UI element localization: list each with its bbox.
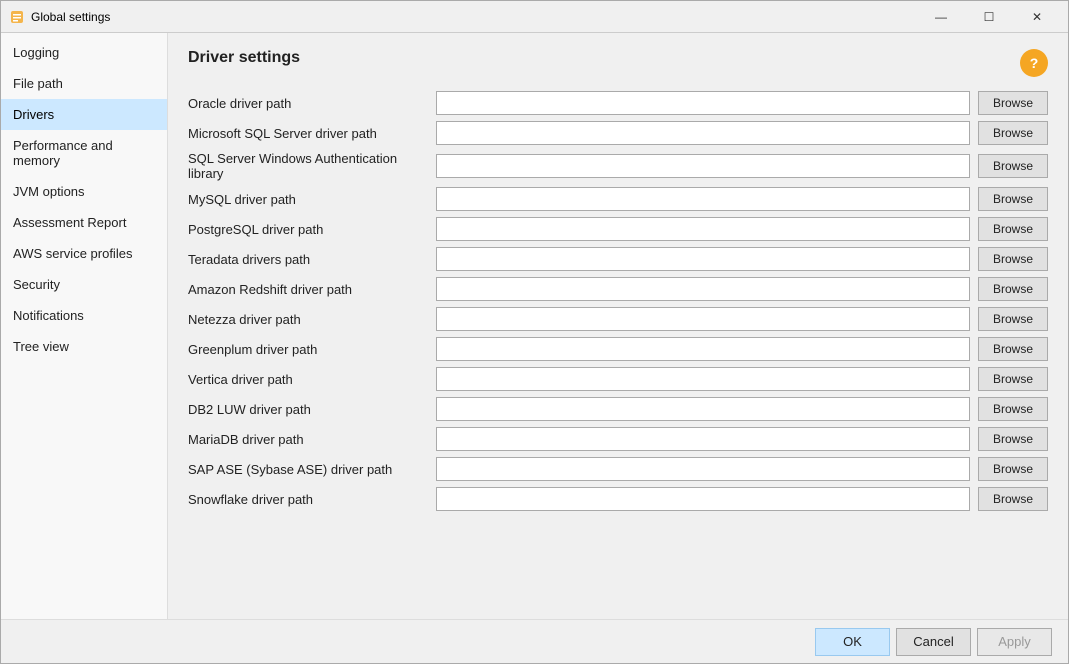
driver-label-mysql: MySQL driver path [188, 192, 428, 207]
driver-input-vertica[interactable] [436, 367, 970, 391]
drivers-list: Oracle driver pathBrowseMicrosoft SQL Se… [188, 91, 1048, 609]
driver-row: Greenplum driver path Browse [188, 337, 1048, 361]
driver-label-db2luw: DB2 LUW driver path [188, 402, 428, 417]
driver-row: Snowflake driver path Browse [188, 487, 1048, 511]
driver-label-sql-win-auth: SQL Server Windows Authentication librar… [188, 151, 428, 181]
driver-input-mssql[interactable] [436, 121, 970, 145]
content-area: LoggingFile pathDriversPerformance and m… [1, 33, 1068, 619]
page-title: Driver settings [188, 49, 300, 67]
browse-button-mssql[interactable]: Browse [978, 121, 1048, 145]
driver-row: MariaDB driver path Browse [188, 427, 1048, 451]
driver-input-greenplum[interactable] [436, 337, 970, 361]
sidebar-item-notifications[interactable]: Notifications [1, 300, 167, 331]
browse-button-postgresql[interactable]: Browse [978, 217, 1048, 241]
driver-input-mysql[interactable] [436, 187, 970, 211]
sidebar-item-aws-service-profiles[interactable]: AWS service profiles [1, 238, 167, 269]
sidebar-item-jvm-options[interactable]: JVM options [1, 176, 167, 207]
browse-button-sql-win-auth[interactable]: Browse [978, 154, 1048, 178]
sidebar-item-file-path[interactable]: File path [1, 68, 167, 99]
browse-button-netezza[interactable]: Browse [978, 307, 1048, 331]
close-button[interactable]: ✕ [1014, 4, 1060, 30]
apply-button[interactable]: Apply [977, 628, 1052, 656]
browse-button-db2luw[interactable]: Browse [978, 397, 1048, 421]
driver-row: DB2 LUW driver path Browse [188, 397, 1048, 421]
sidebar-item-assessment-report[interactable]: Assessment Report [1, 207, 167, 238]
window-icon [9, 9, 25, 25]
driver-row: SQL Server Windows Authentication librar… [188, 151, 1048, 181]
browse-button-teradata[interactable]: Browse [978, 247, 1048, 271]
driver-row: PostgreSQL driver path Browse [188, 217, 1048, 241]
driver-label-teradata: Teradata drivers path [188, 252, 428, 267]
sidebar-item-drivers[interactable]: Drivers [1, 99, 167, 130]
driver-label-oracle: Oracle driver path [188, 96, 428, 111]
driver-row: Netezza driver path Browse [188, 307, 1048, 331]
browse-button-vertica[interactable]: Browse [978, 367, 1048, 391]
global-settings-window: Global settings — ☐ ✕ LoggingFile pathDr… [0, 0, 1069, 664]
bottom-bar: OK Cancel Apply [1, 619, 1068, 663]
driver-input-snowflake[interactable] [436, 487, 970, 511]
driver-input-teradata[interactable] [436, 247, 970, 271]
sidebar: LoggingFile pathDriversPerformance and m… [1, 33, 168, 619]
main-content: Driver settings ? Oracle driver path Brow… [168, 33, 1068, 619]
driver-input-sap-ase[interactable] [436, 457, 970, 481]
driver-row: Vertica driver path Browse [188, 367, 1048, 391]
sidebar-item-tree-view[interactable]: Tree view [1, 331, 167, 362]
browse-button-mysql[interactable]: Browse [978, 187, 1048, 211]
driver-label-sap-ase: SAP ASE (Sybase ASE) driver path [188, 462, 428, 477]
driver-input-redshift[interactable] [436, 277, 970, 301]
driver-label-redshift: Amazon Redshift driver path [188, 282, 428, 297]
browse-button-snowflake[interactable]: Browse [978, 487, 1048, 511]
sidebar-item-security[interactable]: Security [1, 269, 167, 300]
driver-input-netezza[interactable] [436, 307, 970, 331]
sidebar-item-logging[interactable]: Logging [1, 37, 167, 68]
driver-input-mariadb[interactable] [436, 427, 970, 451]
browse-button-redshift[interactable]: Browse [978, 277, 1048, 301]
driver-input-db2luw[interactable] [436, 397, 970, 421]
driver-label-mssql: Microsoft SQL Server driver path [188, 126, 428, 141]
browse-button-mariadb[interactable]: Browse [978, 427, 1048, 451]
driver-input-sql-win-auth[interactable] [436, 154, 970, 178]
browse-button-oracle[interactable]: Browse [978, 91, 1048, 115]
minimize-button[interactable]: — [918, 4, 964, 30]
browse-button-greenplum[interactable]: Browse [978, 337, 1048, 361]
sidebar-item-performance-and-memory[interactable]: Performance and memory [1, 130, 167, 176]
driver-row: Oracle driver path Browse [188, 91, 1048, 115]
driver-label-greenplum: Greenplum driver path [188, 342, 428, 357]
window-title: Global settings [31, 10, 918, 24]
driver-label-netezza: Netezza driver path [188, 312, 428, 327]
driver-row: Teradata drivers path Browse [188, 247, 1048, 271]
driver-label-mariadb: MariaDB driver path [188, 432, 428, 447]
driver-row: Amazon Redshift driver path Browse [188, 277, 1048, 301]
title-bar: Global settings — ☐ ✕ [1, 1, 1068, 33]
browse-button-sap-ase[interactable]: Browse [978, 457, 1048, 481]
title-bar-buttons: — ☐ ✕ [918, 4, 1060, 30]
driver-label-postgresql: PostgreSQL driver path [188, 222, 428, 237]
driver-input-postgresql[interactable] [436, 217, 970, 241]
help-icon[interactable]: ? [1020, 49, 1048, 77]
main-header: Driver settings ? [188, 49, 1048, 77]
ok-button[interactable]: OK [815, 628, 890, 656]
cancel-button[interactable]: Cancel [896, 628, 971, 656]
maximize-button[interactable]: ☐ [966, 4, 1012, 30]
driver-label-vertica: Vertica driver path [188, 372, 428, 387]
driver-row: MySQL driver path Browse [188, 187, 1048, 211]
driver-label-snowflake: Snowflake driver path [188, 492, 428, 507]
driver-row: SAP ASE (Sybase ASE) driver path Browse [188, 457, 1048, 481]
driver-row: Microsoft SQL Server driver path Browse [188, 121, 1048, 145]
driver-input-oracle[interactable] [436, 91, 970, 115]
